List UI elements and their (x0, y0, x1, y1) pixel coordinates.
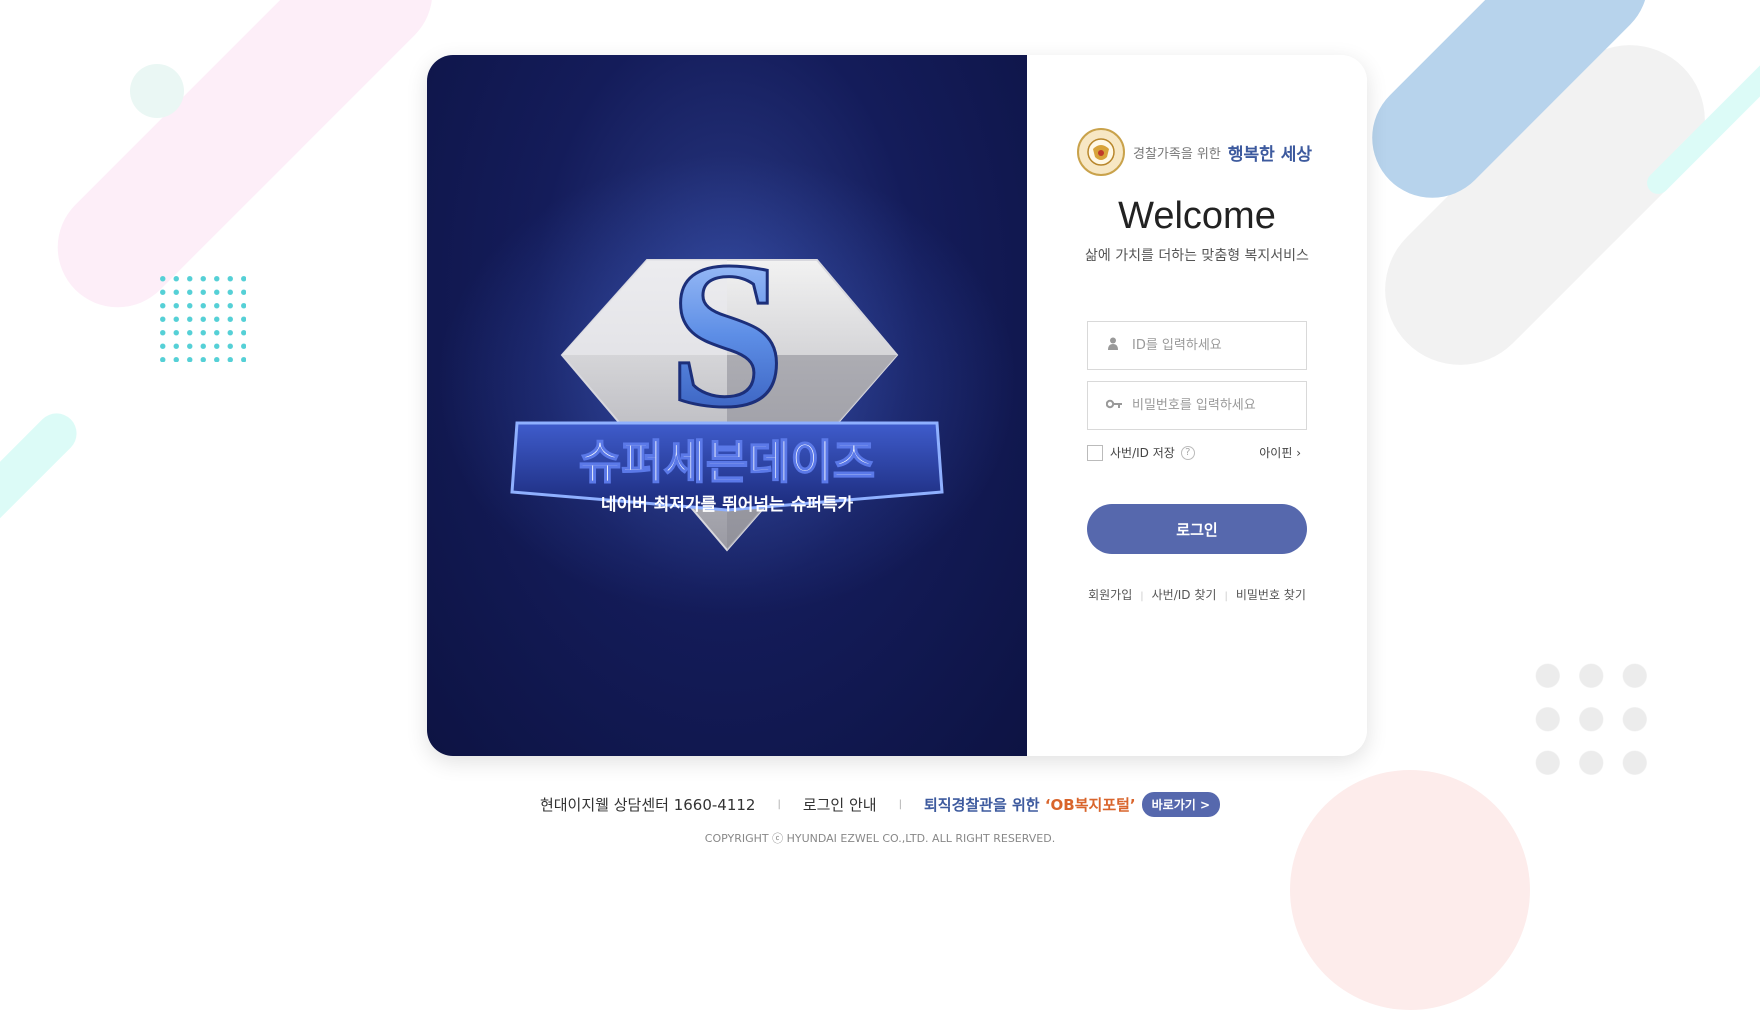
find-id-link[interactable]: 사번/ID 찾기 (1152, 588, 1217, 602)
decor-mint-stripe-left (0, 405, 85, 575)
brand-title: 행복한 세상 (1227, 144, 1312, 165)
welcome-heading: Welcome (1118, 195, 1276, 237)
promo-subtitle: 네이버 최저가를 뛰어넘는 슈퍼특가 (601, 495, 854, 515)
promo-title: 슈퍼세븐데이즈 (579, 435, 875, 489)
ipin-link[interactable]: 아이핀 › (1259, 444, 1301, 461)
footer-divider: | (777, 799, 781, 810)
save-id-checkbox[interactable] (1087, 444, 1103, 461)
link-divider: | (1140, 591, 1144, 602)
footer-divider: | (898, 799, 902, 810)
decor-grey-dot-grid (1526, 654, 1656, 784)
brand-header: 경찰가족을 위한 행복한 세상 (1077, 128, 1312, 176)
user-icon (1106, 337, 1120, 354)
footer-bar: 현대이지웰 상담센터 1660-4112 | 로그인 안내 | 퇴직경찰관을 위… (0, 792, 1760, 817)
ob-portal-name: ‘OB복지포털’ (1044, 796, 1136, 814)
save-id-row: 사번/ID 저장 ? 아이핀 › (1087, 444, 1307, 461)
contact-center: 현대이지웰 상담센터 1660-4112 (539, 796, 756, 814)
link-divider: | (1224, 591, 1228, 602)
help-icon[interactable]: ? (1180, 445, 1195, 460)
password-field[interactable] (1087, 381, 1307, 430)
id-field[interactable] (1087, 321, 1307, 370)
login-card: S 슈퍼세븐데이즈 네이버 최저가를 뛰어넘는 슈퍼특가 경찰가족을 위한 행복… (427, 55, 1367, 756)
copyright: COPYRIGHT ⓒ HYUNDAI EZWEL CO.,LTD. ALL R… (704, 832, 1056, 845)
decor-mint-circle (130, 64, 184, 118)
account-links: 회원가입 | 사번/ID 찾기 | 비밀번호 찾기 (1027, 586, 1367, 603)
login-button[interactable]: 로그인 (1087, 504, 1307, 554)
login-panel: 경찰가족을 위한 행복한 세상 Welcome 삶에 가치를 더하는 맞춤형 복… (1027, 55, 1367, 756)
ob-portal-go-button[interactable]: 바로가기 > (1141, 792, 1221, 817)
ob-portal-prefix: 퇴직경찰관을 위한 (923, 796, 1045, 814)
super-seven-days-graphic: S 슈퍼세븐데이즈 네이버 최저가를 뛰어넘는 슈퍼특가 (437, 155, 1017, 615)
login-guide-link[interactable]: 로그인 안내 (803, 794, 877, 815)
password-input[interactable] (1130, 397, 1304, 414)
welcome-tagline: 삶에 가치를 더하는 맞춤형 복지서비스 (1085, 248, 1309, 264)
promo-banner[interactable]: S 슈퍼세븐데이즈 네이버 최저가를 뛰어넘는 슈퍼특가 (427, 55, 1027, 756)
ob-portal-text: 퇴직경찰관을 위한 ‘OB복지포털’ (924, 794, 1136, 815)
decor-cyan-dot-grid (156, 272, 246, 362)
key-icon (1105, 398, 1122, 413)
save-id-label[interactable]: 사번/ID 저장 (1110, 444, 1175, 461)
find-password-link[interactable]: 비밀번호 찾기 (1236, 588, 1306, 602)
id-input[interactable] (1130, 337, 1304, 354)
s-logo-letter: S (669, 219, 786, 451)
brand-subtitle: 경찰가족을 위한 (1133, 146, 1221, 162)
signup-link[interactable]: 회원가입 (1088, 588, 1132, 602)
police-emblem-icon (1077, 128, 1125, 176)
